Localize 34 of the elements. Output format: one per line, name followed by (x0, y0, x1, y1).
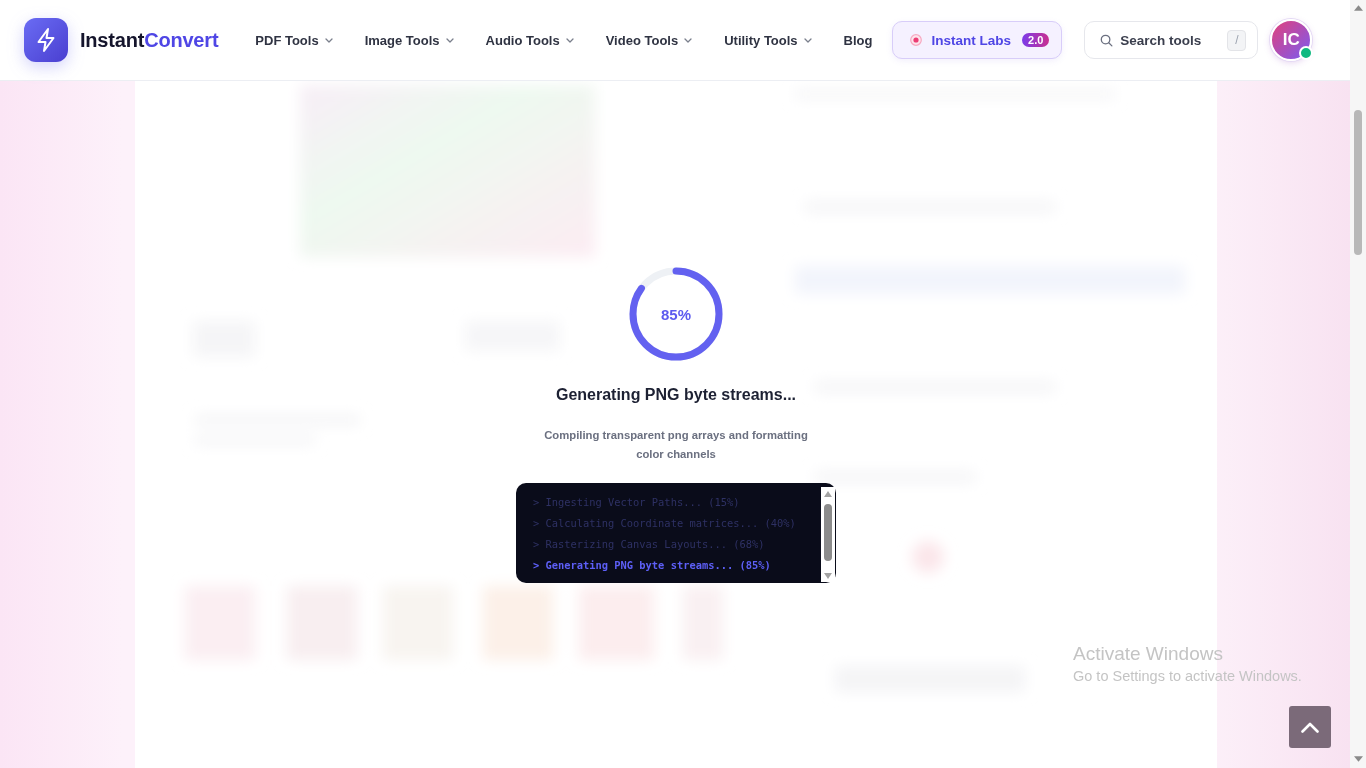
progress-description: Compiling transparent png arrays and formatting color channels (543, 428, 809, 462)
instant-labs-button[interactable]: Instant Labs 2.0 (891, 21, 1063, 59)
activation-title: Activate Windows (1073, 642, 1224, 666)
search-icon (1100, 33, 1114, 47)
log-line: > Ingesting Vector Paths... (15%) (533, 495, 741, 510)
scroll-thumb[interactable] (1354, 110, 1362, 255)
search-input[interactable]: Search tools (1120, 32, 1213, 48)
nav-menu-button[interactable]: Video Tools (605, 32, 693, 48)
log-scrollbar[interactable] (821, 487, 835, 582)
scroll-thumb[interactable] (824, 504, 832, 561)
brand-name[interactable]: InstantConvert (80, 28, 219, 52)
log-line: > Calculating Coordinate matrices... (40%) (533, 516, 797, 531)
activation-message: Go to Settings to activate Windows. (1073, 667, 1302, 686)
user-avatar[interactable]: IC (1270, 19, 1313, 61)
log-line: > Generating PNG byte streams... (85%) (533, 558, 772, 573)
chevron-up-icon (1301, 721, 1319, 733)
scroll-down-arrow-icon[interactable] (824, 573, 832, 579)
scroll-up-arrow-icon[interactable] (1353, 5, 1363, 11)
page-scrollbar[interactable] (1350, 0, 1366, 768)
version-badge: 2.0 (1022, 33, 1050, 47)
back-to-top-button[interactable] (1289, 706, 1331, 748)
ring-dot-icon (909, 34, 922, 46)
shortcut-key: / (1227, 29, 1247, 51)
lightning-bolt-logo-icon[interactable] (24, 18, 68, 62)
scroll-down-arrow-icon[interactable] (1353, 756, 1363, 762)
nav-menu-button[interactable]: Utility Tools (724, 32, 812, 48)
nav-menu-button[interactable]: Image Tools (364, 32, 454, 48)
nav-link[interactable]: Blog (843, 32, 873, 48)
progress-title: Generating PNG byte streams... (555, 385, 797, 405)
nav-menu-button[interactable]: PDF Tools (255, 32, 333, 48)
progress-percentage: 85% (661, 305, 691, 323)
nav-menu-button[interactable]: Audio Tools (485, 32, 574, 48)
scroll-up-arrow-icon[interactable] (824, 491, 832, 497)
log-line: > Rasterizing Canvas Layouts... (68%) (533, 537, 766, 552)
